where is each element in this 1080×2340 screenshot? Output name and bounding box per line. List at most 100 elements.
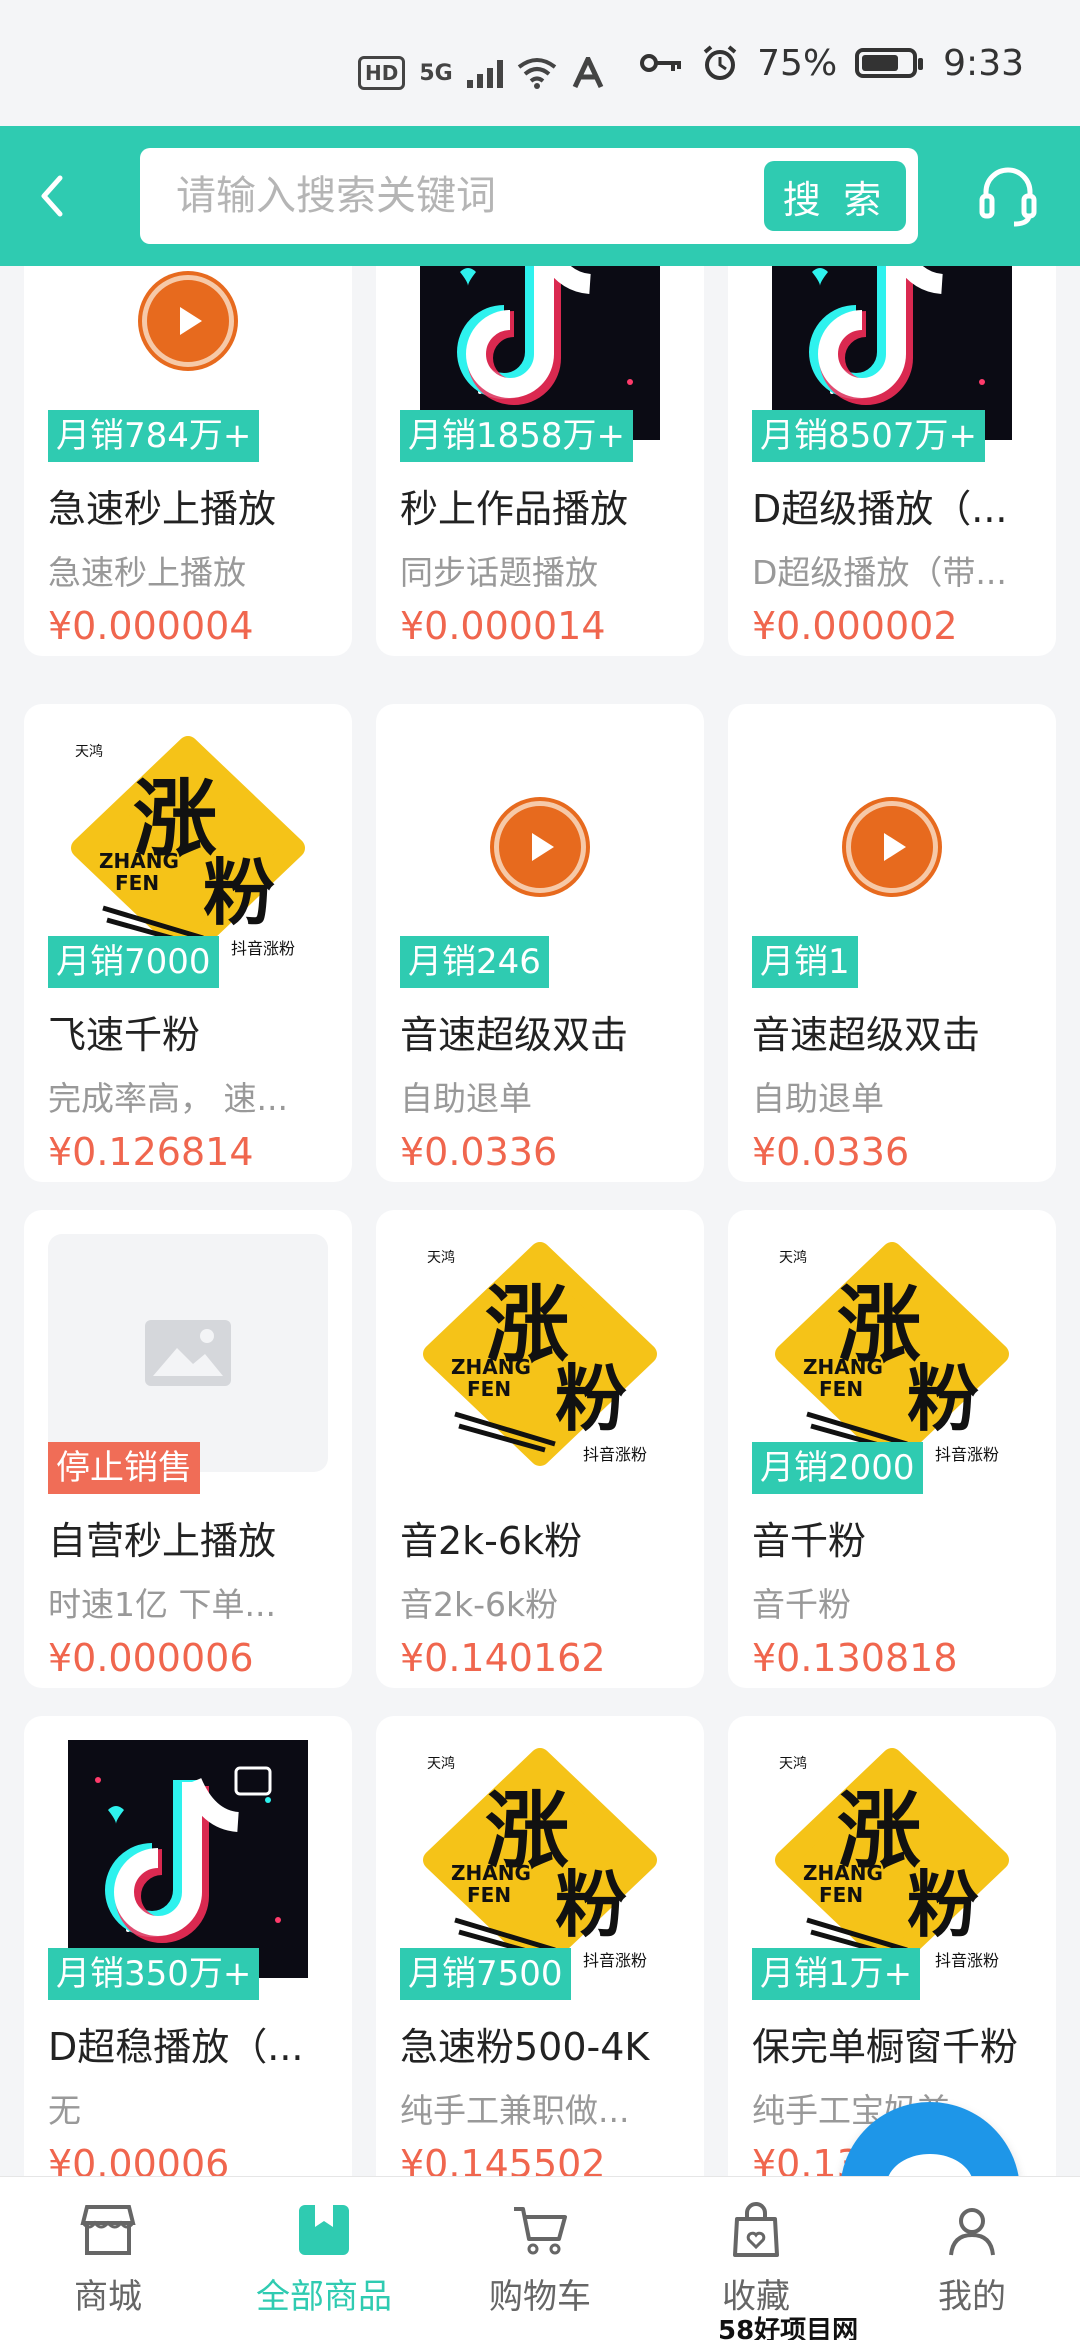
product-price: ¥0.140162 — [400, 1636, 606, 1680]
product-title: 自营秒上播放 — [48, 1519, 277, 1563]
product-card[interactable]: 涨粉 ZHANG FEN 天鸿 抖音涨粉 月销7000 飞速千粉 完成率高， 速... ¥0.1… — [24, 704, 352, 1182]
product-card[interactable]: 涨粉 ZHANG FEN 天鸿 抖音涨粉 音2k-6k粉 音2k-6k粉 ¥0.140162 — [376, 1210, 704, 1688]
product-card[interactable]: 月销784万+ 急速秒上播放 急速秒上播放 ¥0.000004 — [24, 266, 352, 656]
zhangfen-logo-icon: 涨粉 ZHANG FEN 天鸿 抖音涨粉 — [63, 728, 313, 966]
svg-text:粉: 粉 — [907, 1863, 979, 1947]
product-card[interactable]: 月销1858万+ 秒上作品播放同步话题播放 ¥0.000014 — [376, 266, 704, 656]
product-card[interactable]: 涨粉 ZHANG FEN 天鸿 抖音涨粉 月销7500 急速粉500-4K 纯手工兼职做...… — [376, 1716, 704, 2176]
product-card[interactable]: 停止销售 自营秒上播放 时速1亿 下单... ¥0.000006 — [24, 1210, 352, 1688]
customer-service-button[interactable] — [966, 154, 1050, 238]
headset-icon — [979, 167, 1037, 227]
product-price: ¥0.130818 — [752, 1636, 958, 1680]
svg-text:抖音涨粉: 抖音涨粉 — [935, 1445, 999, 1464]
svg-text:抖音涨粉: 抖音涨粉 — [935, 1951, 999, 1970]
monthly-sales-badge: 月销246 — [400, 936, 549, 988]
product-price: ¥0.0336 — [752, 1130, 910, 1174]
wifi-icon — [517, 58, 556, 89]
svg-text:ZHANG: ZHANG — [451, 1861, 531, 1885]
product-thumbnail: 涨粉 ZHANG FEN 天鸿 抖音涨粉 — [400, 1234, 680, 1472]
product-title: 音2k-6k粉 — [400, 1519, 583, 1563]
product-price: ¥0.000002 — [752, 604, 958, 648]
product-subtitle: 自助退单 — [400, 1079, 532, 1118]
image-placeholder-icon — [48, 1234, 328, 1472]
svg-text:抖音涨粉: 抖音涨粉 — [583, 1445, 647, 1464]
svg-text:天鸿: 天鸿 — [75, 743, 103, 760]
product-thumbnail — [48, 1234, 328, 1472]
svg-text:ZHANG: ZHANG — [803, 1355, 883, 1379]
product-price: ¥0.0336 — [400, 1130, 558, 1174]
nav-label-store: 商城 — [74, 2277, 142, 2317]
monthly-sales-badge: 月销2000 — [752, 1442, 923, 1494]
signal-icon — [466, 58, 503, 88]
nav-cart[interactable]: 购物车 — [432, 2177, 648, 2340]
product-price: ¥0.000004 — [48, 604, 254, 648]
tiktok-logo-icon — [68, 1740, 308, 1978]
svg-text:FEN: FEN — [819, 1377, 863, 1401]
battery-icon — [855, 48, 924, 78]
product-card[interactable]: 月销8507万+ D超级播放（... D超级播放（带... ¥0.000002 — [728, 266, 1056, 656]
svg-text:FEN: FEN — [467, 1883, 511, 1907]
nav-store[interactable]: 商城 — [0, 2177, 216, 2340]
product-title: 音速超级双击 — [400, 1013, 629, 1057]
svg-text:ZHANG: ZHANG — [803, 1861, 883, 1885]
product-card[interactable]: 涨粉 ZHANG FEN 天鸿 抖音涨粉 月销2000 音千粉 音千粉 ¥0.130818 — [728, 1210, 1056, 1688]
svg-text:FEN: FEN — [467, 1377, 511, 1401]
product-card[interactable]: 月销246 音速超级双击自助退单 ¥0.0336 — [376, 704, 704, 1182]
product-subtitle: 完成率高， 速... — [48, 1079, 288, 1118]
svg-text:FEN: FEN — [115, 871, 159, 895]
monthly-sales-badge: 月销1 — [752, 936, 858, 988]
monthly-sales-badge: 月销1858万+ — [400, 410, 634, 462]
nav-all-products[interactable]: 全部商品 — [216, 2177, 432, 2340]
monthly-sales-badge: 月销784万+ — [48, 410, 260, 462]
product-subtitle: 时速1亿 下单... — [48, 1585, 276, 1624]
product-subtitle: 自助退单 — [752, 1079, 884, 1118]
monthly-sales-badge: 月销1万+ — [752, 1948, 921, 2000]
product-subtitle: 纯手工兼职做... — [400, 2091, 630, 2130]
battery-percent: 75% — [757, 42, 838, 84]
back-button[interactable] — [0, 126, 104, 266]
product-title: 音千粉 — [752, 1519, 867, 1563]
product-title: 飞速千粉 — [48, 1013, 201, 1057]
product-thumbnail — [752, 728, 1032, 966]
product-thumbnail: 涨粉 ZHANG FEN 天鸿 抖音涨粉 — [752, 1234, 1032, 1472]
play-logo-icon — [846, 801, 938, 893]
product-title: 秒上作品播放 — [400, 487, 629, 531]
svg-text:ZHANG: ZHANG — [451, 1355, 531, 1379]
product-thumbnail — [400, 728, 680, 966]
product-card[interactable]: 涨粉 ZHANG FEN 天鸿 抖音涨粉 月销1万+ 保完单橱窗千粉 纯手工宝妈兼... ¥0.… — [728, 1716, 1056, 2176]
product-price: ¥0.000014 — [400, 604, 606, 648]
zhangfen-logo-icon: 涨粉 ZHANG FEN 天鸿 抖音涨粉 — [767, 1234, 1017, 1472]
monthly-sales-badge: 月销7000 — [48, 936, 219, 988]
store-icon — [80, 2205, 136, 2255]
hd-icon: HD — [358, 56, 406, 90]
svg-text:天鸿: 天鸿 — [427, 1755, 455, 1772]
cart-icon — [514, 2207, 567, 2255]
monthly-sales-badge: 月销350万+ — [48, 1948, 260, 2000]
search-button[interactable]: 搜 索 — [764, 161, 906, 231]
status-bar: HD 5G 75% 9:33 — [0, 0, 1080, 126]
product-subtitle: 无 — [48, 2091, 81, 2130]
svg-text:粉: 粉 — [555, 1357, 627, 1441]
product-price: ¥0.00006 — [48, 2142, 230, 2176]
search-input[interactable] — [140, 148, 764, 244]
product-card[interactable]: 月销350万+ D超稳播放（... 无 ¥0.00006 — [24, 1716, 352, 2176]
status-left-icons: HD 5G — [358, 56, 605, 90]
product-title: 急速粉500-4K — [400, 2025, 650, 2069]
favorite-bag-icon — [733, 2202, 779, 2257]
monthly-sales-badge: 月销7500 — [400, 1948, 571, 2000]
product-grid: 月销784万+ 急速秒上播放 急速秒上播放 ¥0.000004 月销1858万+ 秒上作品… — [24, 266, 1056, 2176]
clock: 9:33 — [943, 42, 1024, 84]
product-title: 急速秒上播放 — [48, 487, 277, 531]
product-price: ¥0.145502 — [400, 2142, 606, 2176]
product-subtitle: 同步话题播放 — [400, 553, 598, 592]
profile-icon — [949, 2208, 995, 2256]
zhangfen-logo-icon: 涨粉 ZHANG FEN 天鸿 抖音涨粉 — [415, 1234, 665, 1472]
product-card[interactable]: 月销1 音速超级双击 自助退单 ¥0.0336 — [728, 704, 1056, 1182]
product-price: ¥0.000006 — [48, 1636, 254, 1680]
svg-text:抖音涨粉: 抖音涨粉 — [583, 1951, 647, 1970]
product-subtitle: 急速秒上播放 — [48, 553, 246, 592]
product-title: D超级播放（... — [752, 487, 1008, 531]
play-logo-icon — [142, 275, 234, 367]
play-logo-icon — [494, 801, 586, 893]
product-thumbnail: 涨粉 ZHANG FEN 天鸿 抖音涨粉 — [400, 1740, 680, 1978]
